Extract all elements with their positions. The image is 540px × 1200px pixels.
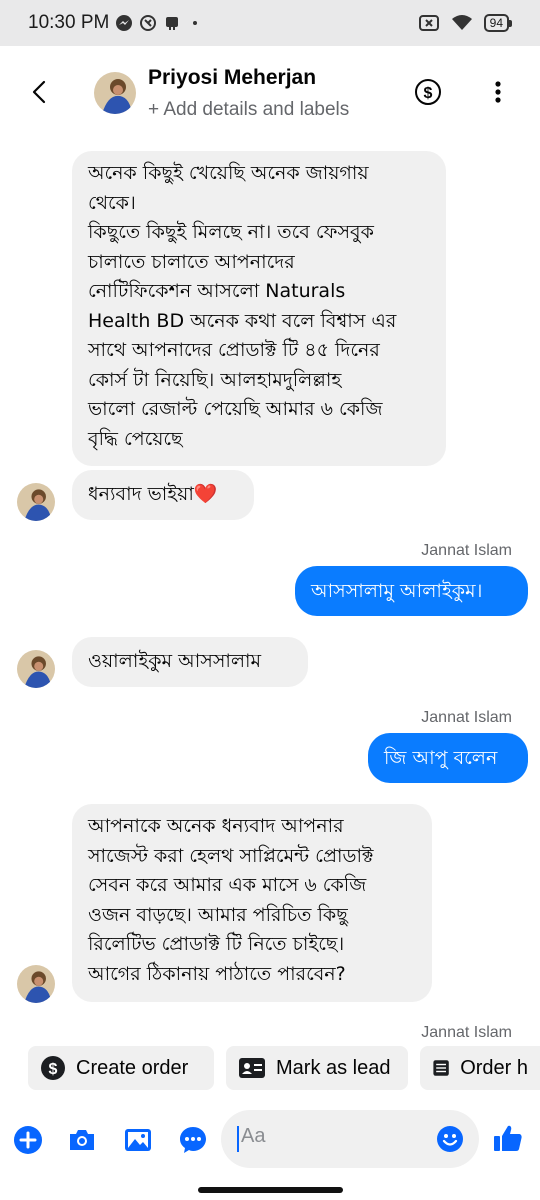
add-details-link[interactable]: + Add details and labels [148, 99, 349, 121]
teams-icon [166, 17, 179, 30]
contact-name[interactable]: Priyosi Meherjan [148, 66, 316, 90]
text-cursor [237, 1126, 239, 1152]
back-icon[interactable] [26, 78, 54, 106]
contact-message-avatar [17, 965, 55, 1003]
emoji-icon[interactable] [436, 1125, 464, 1153]
more-notifications-dot [193, 21, 198, 25]
battery-indicator: 94 [483, 14, 512, 32]
messenger-icon [116, 15, 133, 31]
contact-card-icon [239, 1058, 265, 1078]
status-bar: 10:30 PM 94 [0, 0, 540, 46]
wifi-icon [451, 15, 472, 30]
list-icon [433, 1060, 449, 1076]
notification-icons [115, 14, 198, 32]
sender-label: Jannat Islam [421, 1024, 512, 1041]
message-bubble-incoming[interactable]: ওয়ালাইকুম আসসালাম [72, 637, 308, 687]
create-order-button[interactable]: $ Create order [28, 1046, 214, 1090]
dollar-circle-icon: $ [41, 1056, 65, 1080]
contact-message-avatar [17, 650, 55, 688]
chat-more-icon[interactable] [177, 1124, 209, 1156]
plus-icon[interactable] [12, 1124, 44, 1156]
home-indicator [198, 1187, 343, 1193]
more-icon[interactable] [488, 78, 508, 106]
contact-message-avatar [17, 483, 55, 521]
message-bubble-incoming[interactable]: ধন্যবাদ ভাইয়া❤️ [72, 470, 254, 520]
svg-text:$: $ [49, 1061, 58, 1078]
order-history-button[interactable]: Order h [420, 1046, 540, 1090]
sender-label: Jannat Islam [421, 542, 512, 559]
message-bubble-incoming[interactable]: আপনাকে অনেক ধন্যবাদ আপনার সাজেস্ট করা হে… [72, 804, 432, 1002]
mark-as-lead-label: Mark as lead [276, 1056, 391, 1079]
thumbs-up-icon[interactable] [492, 1122, 524, 1154]
create-order-label: Create order [76, 1056, 189, 1079]
sync-icon [140, 15, 157, 31]
sender-label: Jannat Islam [421, 709, 512, 726]
message-bubble-incoming[interactable]: অনেক কিছুই খেয়েছি অনেক জায়গায় থেকে। ক… [72, 151, 446, 466]
svg-text:$: $ [424, 85, 433, 102]
message-bubble-outgoing[interactable]: জি আপু বলেন [368, 733, 528, 783]
order-history-label: Order h [460, 1056, 528, 1079]
no-sim-icon [418, 15, 439, 31]
camera-icon[interactable] [66, 1124, 98, 1156]
message-bubble-outgoing[interactable]: আসসালামু আলাইকুম। [295, 566, 528, 616]
contact-avatar[interactable] [94, 72, 136, 114]
dollar-icon[interactable]: $ [414, 78, 442, 106]
gallery-icon[interactable] [122, 1124, 154, 1156]
message-input-placeholder: Aa [241, 1125, 266, 1147]
mark-as-lead-button[interactable]: Mark as lead [226, 1046, 408, 1090]
status-time: 10:30 PM [28, 12, 110, 33]
conversation-header: Priyosi Meherjan + Add details and label… [0, 46, 540, 138]
battery-level: 94 [483, 14, 509, 32]
